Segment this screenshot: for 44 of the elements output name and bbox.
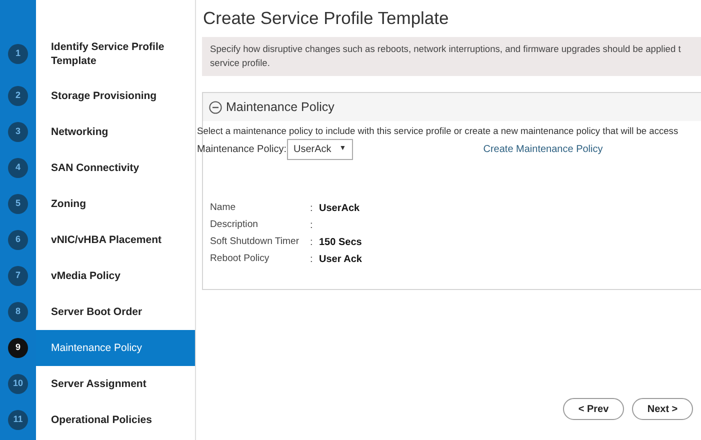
detail-value: 150 Secs <box>319 236 362 250</box>
step-item[interactable]: Zoning <box>36 186 195 222</box>
detail-label: Reboot Policy <box>210 252 270 266</box>
step-item[interactable]: Operational Policies <box>36 402 195 438</box>
step-item[interactable]: Server Assignment <box>36 366 195 402</box>
step-number: 3 <box>8 122 28 142</box>
intro-text: Select a maintenance policy to include with this service profile or create a new maintenance policy that will be access <box>197 125 680 138</box>
detail-label: Description <box>210 218 259 232</box>
step-item[interactable]: Identify Service Profile Template <box>36 30 195 78</box>
step-item[interactable]: SAN Connectivity <box>36 150 195 186</box>
step-number: 10 <box>8 374 28 394</box>
info-text: service profile. <box>210 56 271 70</box>
step-number: 2 <box>8 86 28 106</box>
collapse-icon[interactable] <box>209 100 222 114</box>
info-text: Specify how disruptive changes such as reboots, network interruptions, and firmware upgrades should be applied t <box>210 43 682 56</box>
step-item[interactable]: Server Boot Order <box>36 294 195 330</box>
step-item[interactable]: vMedia Policy <box>36 258 195 294</box>
colon: : <box>310 236 314 250</box>
field-label: Maintenance Policy: <box>197 143 286 158</box>
step-item[interactable]: Maintenance Policy <box>36 330 195 366</box>
step-number: 4 <box>8 158 28 178</box>
detail-label: Name <box>210 201 237 216</box>
step-number: 1 <box>8 44 28 64</box>
step-number: 5 <box>8 194 28 214</box>
next-button[interactable]: Next > <box>632 398 693 420</box>
step-number: 11 <box>8 410 28 430</box>
colon: : <box>310 202 314 216</box>
colon: : <box>310 253 314 268</box>
create-policy-link[interactable]: Create Maintenance Policy <box>483 142 603 158</box>
panel-title: Maintenance Policy <box>226 98 334 116</box>
page-title: Create Service Profile Template <box>203 7 450 30</box>
step-number: 8 <box>8 302 28 322</box>
prev-button[interactable]: < Prev <box>563 398 624 420</box>
detail-value: UserAck <box>319 202 360 216</box>
detail-label: Soft Shutdown Timer <box>210 235 300 250</box>
step-item[interactable]: Networking <box>36 114 195 150</box>
colon: : <box>310 219 314 234</box>
detail-value: User Ack <box>319 253 362 268</box>
step-number: 7 <box>8 266 28 286</box>
step-item[interactable]: vNIC/vHBA Placement <box>36 222 195 258</box>
step-number: 9 <box>8 338 28 358</box>
panel-header[interactable]: Maintenance Policy <box>203 93 701 122</box>
step-number: 6 <box>8 230 28 250</box>
step-item[interactable]: Storage Provisioning <box>36 78 195 114</box>
